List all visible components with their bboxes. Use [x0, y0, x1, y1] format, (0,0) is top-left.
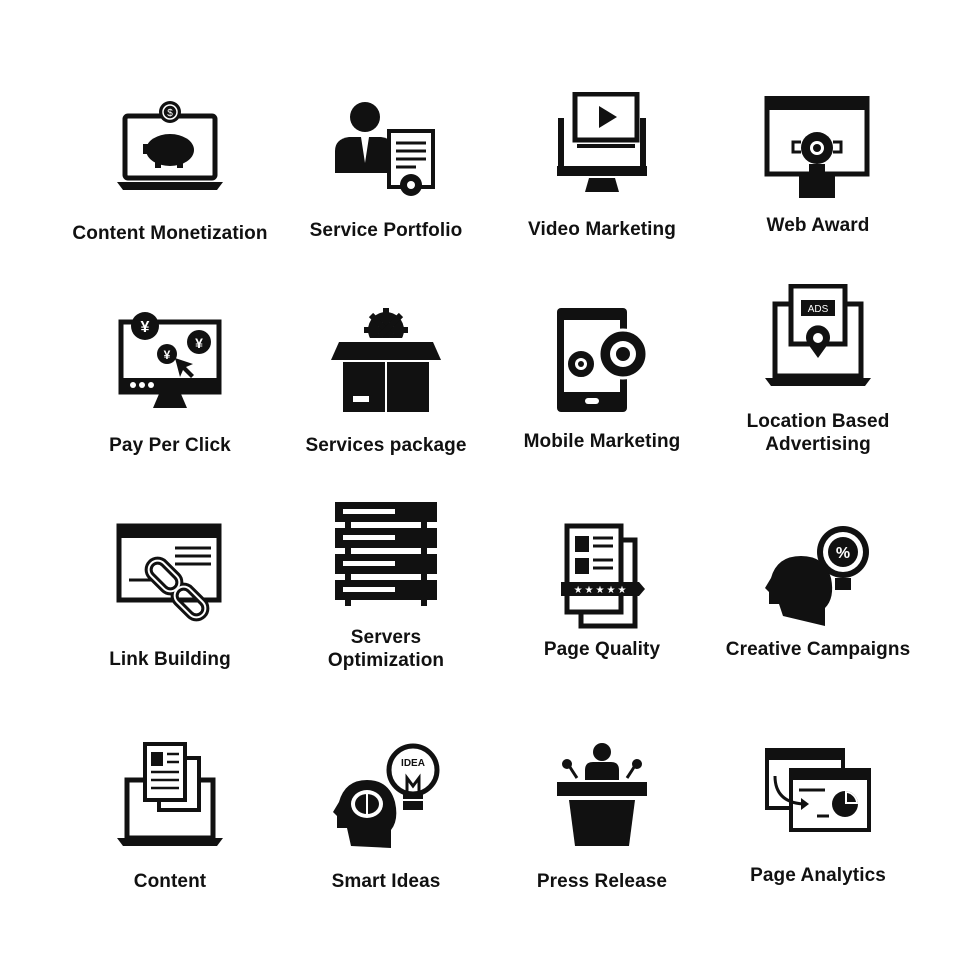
icon-tile-page-analytics: Page Analytics [710, 746, 926, 887]
browser-trophy-icon [764, 96, 870, 198]
businessman-document-gear-icon [335, 102, 435, 196]
svg-text:★★★★★: ★★★★★ [574, 585, 629, 596]
icon-label: Services package [305, 435, 467, 456]
speaker-podium-icon [557, 743, 647, 846]
icon-label-line2: Optimization [327, 650, 445, 671]
icon-label: Press Release [536, 871, 668, 892]
phone-gears-icon [557, 308, 649, 412]
icon-tile-mobile-marketing: Mobile Marketing [494, 306, 710, 453]
icon-label-line2: Advertising [765, 434, 871, 455]
icon-label: Web Award [766, 215, 870, 236]
laptop-ads-pin-icon: ADS [765, 284, 871, 386]
icon-tile-location-based-advertising: ADS Location Based Advertising [710, 284, 926, 456]
icon-tile-servers-optimization: Servers Optimization [278, 500, 494, 672]
dollar-symbol: $ [167, 108, 173, 119]
icon-label-line1: Servers [350, 627, 422, 648]
icon-tile-video-marketing: Video Marketing [494, 92, 710, 241]
browser-chain-link-icon [116, 523, 222, 622]
icon-label: Link Building [109, 649, 231, 670]
icon-tile-services-package: Services package [278, 308, 494, 457]
icon-label: Smart Ideas [331, 871, 441, 892]
browser-pie-chart-icon [765, 748, 871, 832]
icon-tile-content-monetization: $ Content Monetization [62, 100, 278, 245]
percent-symbol: % [836, 545, 850, 562]
icon-tile-page-quality: ★★★★★ Page Quality [494, 522, 710, 661]
icon-label: Page Quality [543, 639, 661, 660]
box-gear-icon [331, 308, 441, 412]
icon-tile-service-portfolio: Service Portfolio [278, 95, 494, 242]
yen-symbol: ¥ [195, 335, 203, 351]
laptop-piggy-bank-icon: $ [117, 101, 223, 190]
icon-label: Creative Campaigns [725, 639, 911, 660]
icon-label: Pay Per Click [109, 435, 231, 456]
icon-tile-press-release: Press Release [494, 742, 710, 893]
monitor-yen-cursor-icon: ¥ ¥ ¥ [118, 312, 222, 408]
server-rack-icon [335, 502, 437, 606]
monitor-video-play-icon [557, 92, 647, 192]
head-bulb-percent-icon: % [765, 526, 869, 626]
icon-tile-web-award: Web Award [710, 96, 926, 237]
laptop-documents-icon [117, 742, 223, 846]
idea-text: IDEA [401, 758, 425, 769]
icon-tile-content: Content [62, 742, 278, 893]
yen-symbol: ¥ [164, 348, 171, 362]
icon-label: Video Marketing [528, 219, 676, 240]
icon-label: Content [133, 871, 207, 892]
yen-symbol: ¥ [141, 319, 150, 336]
icon-tile-smart-ideas: IDEA Smart Ideas [278, 742, 494, 893]
icon-label: Page Analytics [750, 865, 886, 886]
icon-tile-link-building: Link Building [62, 522, 278, 671]
icon-tile-creative-campaigns: % Creative Campaigns [710, 522, 926, 661]
icon-tile-pay-per-click: ¥ ¥ ¥ Pay Per Click [62, 308, 278, 457]
ads-text: ADS [808, 304, 829, 315]
icon-label: Service Portfolio [309, 220, 463, 241]
icon-label: Content Monetization [72, 223, 268, 244]
icon-label-line1: Location Based [746, 411, 890, 432]
document-stars-icon: ★★★★★ [561, 523, 645, 629]
brain-idea-bulb-icon: IDEA [333, 743, 440, 848]
icon-label: Mobile Marketing [523, 431, 681, 452]
